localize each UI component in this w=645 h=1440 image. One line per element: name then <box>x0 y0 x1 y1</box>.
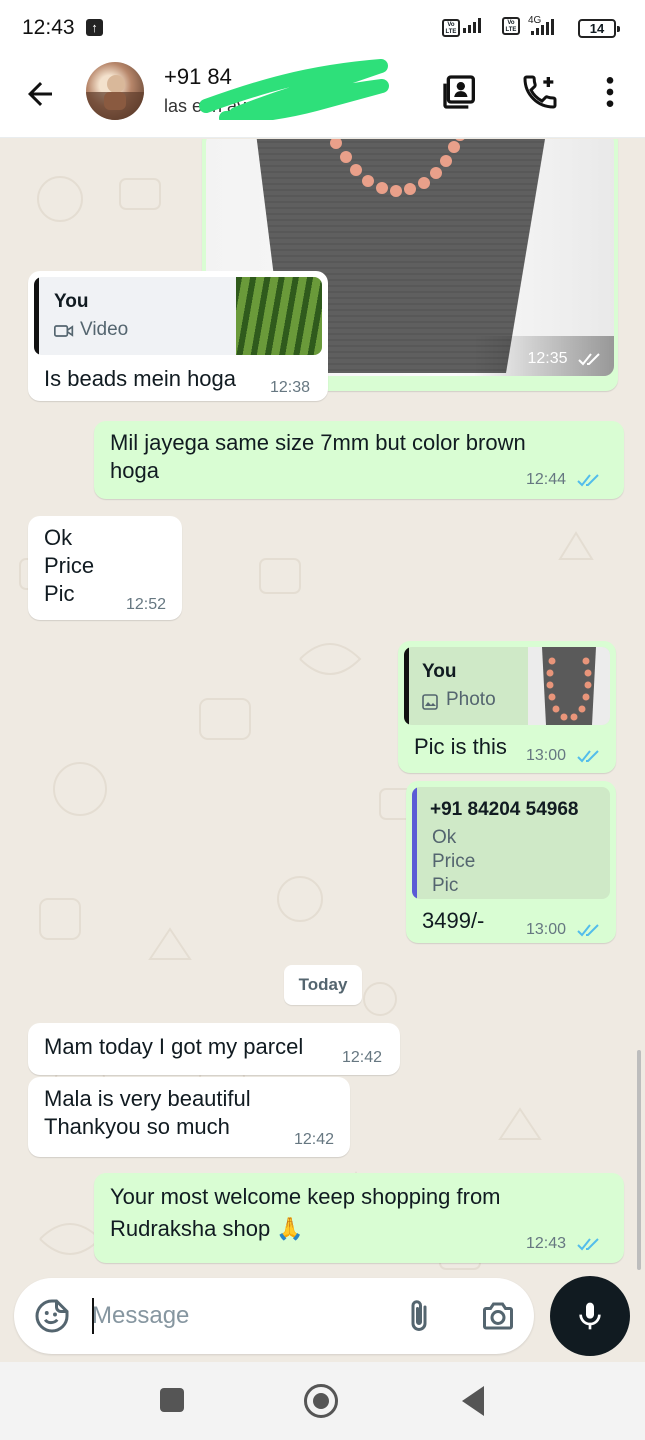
message-text-line3: Pic <box>44 581 75 606</box>
add-contact-card-icon[interactable] <box>440 72 480 112</box>
system-navigation-bar <box>0 1362 645 1440</box>
quoted-line3: Pic <box>432 875 459 896</box>
chat-area[interactable]: 12:35 You Video Is beads mein hoga 12:38… <box>0 139 645 1359</box>
more-vert-icon[interactable] <box>590 72 630 112</box>
message-incoming-reply[interactable]: You Video Is beads mein hoga 12:38 <box>28 271 328 401</box>
scrollbar-thumb[interactable] <box>637 1050 641 1270</box>
back-button-icon[interactable] <box>458 1384 486 1418</box>
voice-message-button[interactable] <box>550 1276 630 1356</box>
read-ticks-icon <box>576 474 599 487</box>
message-text-line1: Mala is very beautiful <box>44 1086 251 1111</box>
text-cursor <box>92 1298 94 1334</box>
message-incoming[interactable]: Mam today I got my parcel 12:42 <box>28 1023 400 1075</box>
message-incoming[interactable]: Mala is very beautiful Thankyou so much … <box>28 1077 350 1157</box>
message-time: 12:35 <box>527 350 568 367</box>
message-text-line1: Ok <box>44 525 73 550</box>
battery-level: 14 <box>589 21 605 36</box>
message-text-line2: Price <box>44 553 95 578</box>
message-time: 12:44 <box>526 471 567 488</box>
attach-icon[interactable] <box>404 1298 434 1334</box>
quoted-author: You <box>54 291 89 312</box>
mic-icon <box>579 1302 601 1330</box>
read-ticks-icon <box>576 750 599 763</box>
quoted-message[interactable]: You Video <box>34 277 322 355</box>
quoted-message[interactable]: You Photo <box>404 647 610 725</box>
message-time: 13:00 <box>526 747 567 764</box>
photo-thumbnail <box>528 647 610 725</box>
status-time: 12:43 <box>22 16 75 39</box>
message-input[interactable] <box>92 1296 392 1336</box>
message-time: 12:42 <box>342 1049 383 1066</box>
message-text-line2: hoga <box>110 458 159 483</box>
back-arrow-icon[interactable] <box>22 76 58 112</box>
video-icon <box>54 325 74 337</box>
read-ticks-icon <box>576 1238 599 1251</box>
photo-icon <box>422 694 438 710</box>
message-text-line1: Mil jayega same size 7mm but color brown <box>110 430 526 455</box>
signal-bars-icon <box>528 19 554 41</box>
add-call-icon[interactable] <box>520 72 560 112</box>
volte-signal-2-icon: Vo LTE <box>502 17 520 39</box>
status-bar: 12:43 ↑ Vo LTE Vo LTE 4G 14 <box>0 0 645 58</box>
home-button-icon[interactable] <box>304 1384 338 1418</box>
read-ticks-icon <box>578 353 600 366</box>
quoted-message[interactable]: +91 84204 54968 Ok Price Pic <box>412 787 610 899</box>
quoted-line2: Price <box>432 851 476 872</box>
upload-notification-icon: ↑ <box>86 19 103 36</box>
recents-button-icon[interactable] <box>160 1388 184 1412</box>
read-ticks-icon <box>576 924 599 937</box>
quoted-author: +91 84204 54968 <box>430 799 579 820</box>
quoted-kind: Photo <box>446 689 496 710</box>
quoted-line1: Ok <box>432 827 457 848</box>
message-time: 12:52 <box>126 596 167 613</box>
message-text: 3499/- <box>422 908 485 933</box>
battery-icon: 14 <box>578 19 620 38</box>
sticker-icon[interactable] <box>34 1298 70 1334</box>
volte-signal-1-icon: Vo LTE <box>442 17 481 39</box>
chat-header: +91 84 las een ay at 12:43 <box>0 58 645 138</box>
message-outgoing[interactable]: Mil jayega same size 7mm but color brown… <box>94 421 624 499</box>
date-separator: Today <box>284 965 362 1005</box>
message-time: 12:42 <box>294 1131 335 1148</box>
message-text-line2: Rudraksha shop 🙏 <box>110 1216 304 1241</box>
message-time: 12:38 <box>270 379 311 396</box>
message-outgoing-reply[interactable]: You Photo Pic is this 13:00 <box>398 641 616 773</box>
video-thumbnail <box>236 277 322 355</box>
camera-icon[interactable] <box>480 1298 516 1334</box>
avatar[interactable] <box>86 62 144 120</box>
quoted-author: You <box>422 661 457 682</box>
message-incoming[interactable]: Ok Price Pic 12:52 <box>28 516 182 620</box>
message-text-line2: Thankyou so much <box>44 1114 230 1139</box>
redaction-scribble <box>199 59 389 120</box>
message-text: Pic is this <box>414 734 507 759</box>
message-outgoing[interactable]: Your most welcome keep shopping from Rud… <box>94 1173 624 1263</box>
message-text: Is beads mein hoga <box>44 366 237 391</box>
quoted-kind: Video <box>80 319 129 340</box>
message-time: 13:00 <box>526 921 567 938</box>
message-text: Mam today I got my parcel <box>44 1034 304 1059</box>
message-outgoing-reply[interactable]: +91 84204 54968 Ok Price Pic 3499/- 13:0… <box>406 781 616 943</box>
message-time: 12:43 <box>526 1235 567 1252</box>
message-text-line1: Your most welcome keep shopping from <box>110 1184 501 1209</box>
